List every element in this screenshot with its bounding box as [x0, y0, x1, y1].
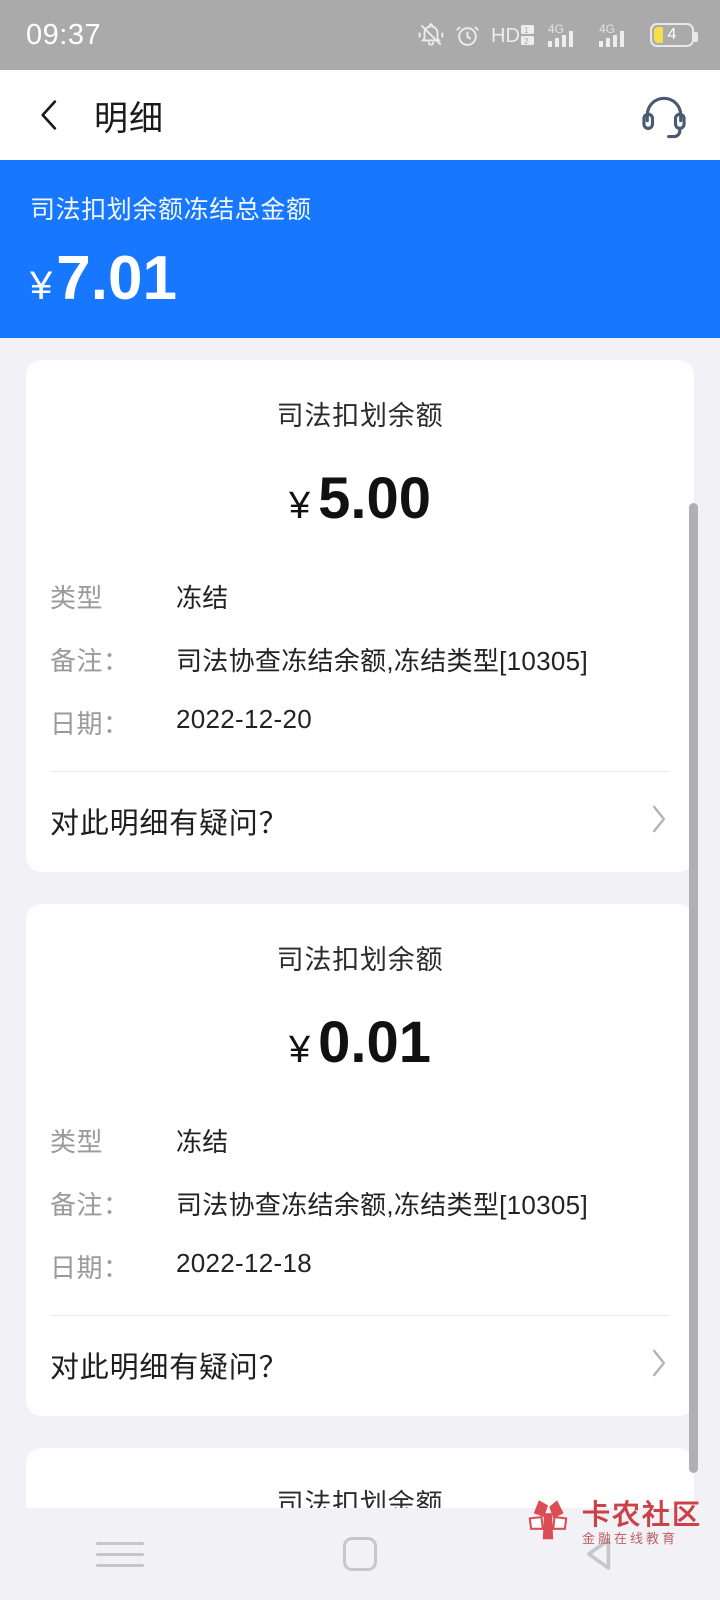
field-value: 司法协查冻结余额,冻结类型[10305] — [176, 646, 588, 676]
chevron-right-icon — [648, 802, 670, 841]
app-header: 明细 — [0, 70, 720, 160]
field-remark: 备注： 司法协查冻结余额,冻结类型[10305] — [50, 1185, 670, 1222]
battery-level: 4 — [667, 26, 677, 43]
card-amount: ¥ 5.00 — [26, 465, 694, 532]
home-square-glyph — [343, 1537, 377, 1571]
field-value: 2022-12-18 — [176, 1248, 312, 1278]
alarm-clock-icon — [455, 23, 480, 48]
watermark-title: 卡农社区 — [581, 1499, 702, 1530]
summary-label: 司法扣划余额冻结总金额 — [30, 196, 312, 224]
question-label: 对此明细有疑问？ — [50, 808, 289, 840]
field-value: 2022-12-20 — [176, 704, 312, 734]
field-date: 日期： 2022-12-20 — [50, 704, 670, 741]
currency-symbol: ¥ — [288, 1029, 311, 1071]
chevron-left-icon[interactable] — [28, 93, 72, 137]
menu-icon-glyph — [96, 1541, 144, 1567]
watermark: 卡农社区 金融在线教育 — [522, 1495, 702, 1552]
card-title: 司法扣划余额 — [276, 945, 444, 975]
currency-symbol: ¥ — [288, 485, 311, 527]
question-label: 对此明细有疑问？ — [50, 1352, 289, 1384]
battery-fill — [654, 27, 663, 43]
status-bar: 09:37 HD 1 2 4G 4G 4 — [0, 0, 720, 70]
card-amount-value: 5.00 — [318, 466, 432, 531]
field-label: 类型 — [50, 1127, 104, 1157]
signal-4g-icon: 4G — [599, 21, 639, 49]
svg-text:4G: 4G — [599, 22, 615, 36]
card-amount: ¥ 0.01 — [26, 1009, 694, 1076]
field-type: 类型 冻结 — [50, 578, 670, 615]
field-label: 类型 — [50, 583, 104, 613]
hd-dual-sim-icon: HD 1 2 — [491, 22, 537, 48]
svg-text:2: 2 — [524, 37, 529, 46]
detail-list[interactable]: 司法扣划余额 ¥ 5.00 类型 冻结 备注： 司法协查冻结余额,冻结类型[10… — [0, 338, 720, 1580]
question-link[interactable]: 对此明细有疑问？ — [26, 772, 694, 872]
field-label: 备注： — [50, 1190, 130, 1220]
field-value: 冻结 — [176, 1127, 229, 1157]
currency-symbol: ¥ — [30, 264, 53, 308]
summary-amount-value: 7.01 — [56, 244, 177, 313]
summary-banner: 司法扣划余额冻结总金额 ¥ 7.01 — [0, 160, 720, 338]
field-label: 日期： — [50, 1253, 130, 1283]
bell-muted-icon — [418, 22, 444, 48]
battery-icon: 4 — [650, 23, 698, 47]
page-title: 明细 — [94, 99, 164, 138]
detail-card[interactable]: 司法扣划余额 ¥ 5.00 类型 冻结 备注： 司法协查冻结余额,冻结类型[10… — [26, 360, 694, 872]
field-remark: 备注： 司法协查冻结余额,冻结类型[10305] — [50, 641, 670, 678]
card-fields: 类型 冻结 备注： 司法协查冻结余额,冻结类型[10305] 日期： 2022-… — [26, 578, 694, 741]
field-type: 类型 冻结 — [50, 1122, 670, 1159]
field-date: 日期： 2022-12-18 — [50, 1248, 670, 1285]
signal-4g-icon: 4G — [548, 21, 588, 49]
status-icon-group: HD 1 2 4G 4G 4 — [418, 21, 698, 49]
svg-text:HD: HD — [491, 25, 520, 47]
svg-text:4G: 4G — [548, 22, 564, 36]
field-label: 日期： — [50, 709, 130, 739]
svg-text:1: 1 — [524, 26, 529, 35]
menu-icon[interactable] — [75, 1522, 165, 1586]
scrollbar[interactable] — [689, 503, 698, 1473]
watermark-subtitle: 金融在线教育 — [581, 1531, 678, 1547]
chevron-right-icon — [648, 1346, 670, 1385]
card-amount-value: 0.01 — [318, 1010, 432, 1075]
summary-amount: ¥ 7.01 — [30, 248, 690, 310]
kanong-logo-icon — [522, 1495, 574, 1552]
field-label: 备注： — [50, 646, 130, 676]
watermark-text: 卡农社区 金融在线教育 — [582, 1500, 702, 1547]
card-title: 司法扣划余额 — [276, 401, 444, 431]
question-link[interactable]: 对此明细有疑问？ — [26, 1316, 694, 1416]
detail-card[interactable]: 司法扣划余额 ¥ 0.01 类型 冻结 备注： 司法协查冻结余额,冻结类型[10… — [26, 904, 694, 1416]
field-value: 冻结 — [176, 583, 229, 613]
card-fields: 类型 冻结 备注： 司法协查冻结余额,冻结类型[10305] 日期： 2022-… — [26, 1122, 694, 1285]
headset-icon[interactable] — [636, 87, 692, 143]
home-square-icon[interactable] — [315, 1522, 405, 1586]
field-value: 司法协查冻结余额,冻结类型[10305] — [176, 1190, 588, 1220]
status-time: 09:37 — [26, 18, 102, 51]
